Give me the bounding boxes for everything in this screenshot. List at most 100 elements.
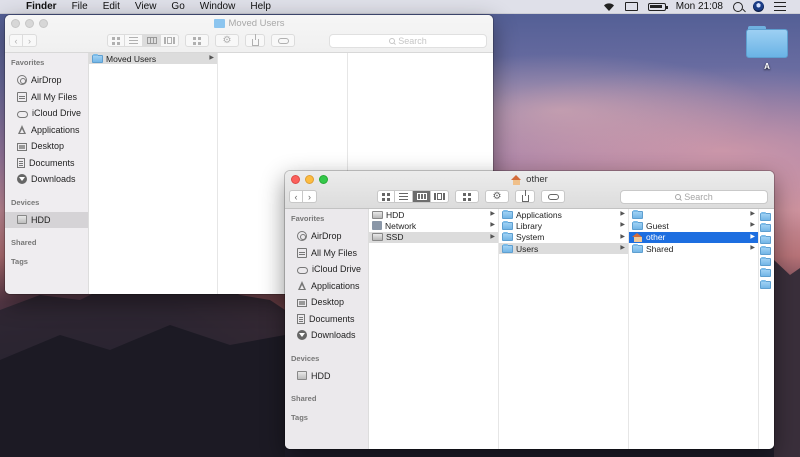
sidebar-item-desktop[interactable]: Desktop [5,138,88,155]
sidebar-item-applications[interactable]: Applications [5,122,88,139]
sidebar-item-documents[interactable]: Documents [285,311,368,328]
menu-finder[interactable]: Finder [26,1,57,12]
sidebar-item-airdrop[interactable]: AirDrop [5,72,88,89]
disclosure-arrow-icon: ▶ [750,222,755,229]
arrange-button[interactable] [455,190,479,203]
icon-view-button[interactable] [107,34,125,47]
sidebar-item-all-my-files[interactable]: All My Files [285,245,368,262]
sidebar-item-all-my-files[interactable]: All My Files [5,89,88,106]
sidebar-item-icloud-drive[interactable]: iCloud Drive [5,105,88,122]
documents-icon [297,313,305,324]
list-item[interactable]: Network ▶ [369,220,498,231]
list-item-selected[interactable]: other ▶ [629,231,758,243]
list-item[interactable]: ▶ [629,209,758,220]
forward-button[interactable]: › [23,34,37,47]
sidebar-item-airdrop[interactable]: AirDrop [285,228,368,245]
columns-icon [146,37,157,44]
search-placeholder: Search [684,191,713,202]
folder-icon [213,19,225,28]
tags-button[interactable] [541,190,565,203]
cloud-icon [17,110,28,118]
list-item[interactable]: Shared ▶ [629,243,758,254]
menu-help[interactable]: Help [250,1,271,12]
sidebar-item-label: Documents [309,313,355,324]
menu-file[interactable]: File [72,1,88,12]
folder-icon [502,209,513,219]
list-view-button[interactable] [125,34,143,47]
user-icon[interactable] [753,1,764,12]
window-titlebar: Moved Users ‹ › ⚙ Search [5,15,493,53]
cover-flow-button[interactable] [431,190,449,203]
documents-icon [17,157,25,168]
action-button[interactable]: ⚙ [485,190,509,203]
back-button[interactable]: ‹ [9,34,23,47]
list-item-label: Network [385,220,417,231]
list-item[interactable]: Applications ▶ [499,209,628,220]
hard-drive-icon [372,210,383,219]
folder-icon [760,245,771,255]
sidebar-item-downloads[interactable]: Downloads [5,171,88,188]
menu-edit[interactable]: Edit [103,1,120,12]
list-item[interactable]: Moved Users ▶ [89,53,217,65]
folder-icon [92,53,103,63]
hard-drive-icon [372,233,383,242]
sidebar-item-label: iCloud Drive [32,108,82,119]
applications-icon [17,124,27,135]
sidebar-item-icloud-drive[interactable]: iCloud Drive [285,261,368,278]
window-title-text: Moved Users [228,18,285,29]
sidebar-item-applications[interactable]: Applications [285,278,368,295]
airplay-icon[interactable] [624,2,638,11]
column-view-button[interactable] [143,34,161,47]
list-item[interactable]: Library ▶ [499,220,628,231]
list-item[interactable]: Users ▶ [499,242,628,255]
list-item[interactable]: SSD ▶ [369,231,498,243]
cover-flow-button[interactable] [161,34,179,47]
arrange-button[interactable] [185,34,209,47]
tags-button[interactable] [271,34,295,47]
wifi-icon[interactable] [603,2,615,12]
search-field[interactable]: Search [329,33,487,48]
menu-window[interactable]: Window [200,1,236,12]
disclosure-arrow-icon: ▶ [620,233,625,240]
sidebar-item-hdd[interactable]: HDD [285,368,368,385]
sidebar-item-documents[interactable]: Documents [5,155,88,172]
home-folder-icon [632,232,643,242]
folder-icon [746,24,788,58]
folder-icon [760,212,771,221]
list-item[interactable]: HDD ▶ [369,209,498,220]
cover-flow-icon [164,37,175,44]
back-button[interactable]: ‹ [289,190,303,203]
list-view-button[interactable] [395,190,413,203]
share-button[interactable] [245,33,265,47]
list-item-label: Applications [516,209,562,220]
hard-drive-icon [17,215,27,225]
disclosure-arrow-icon: ▶ [490,233,495,240]
folder-icon [632,209,643,219]
menubar-clock[interactable]: Mon 21:08 [676,1,723,12]
list-item[interactable]: System ▶ [499,232,628,243]
arrange-icon [463,192,471,201]
share-button[interactable] [515,189,535,203]
menu-view[interactable]: View [135,1,157,12]
sidebar-item-downloads[interactable]: Downloads [285,327,368,344]
sidebar-item-hdd[interactable]: HDD [5,211,88,228]
cover-flow-icon [434,193,445,200]
folder-icon [632,220,643,230]
window-title: other [285,174,774,185]
sidebar: Favorites AirDrop All My Files iCloud Dr… [5,53,89,294]
column-view-button[interactable] [413,190,431,203]
airdrop-icon [17,75,27,86]
sidebar: Favorites AirDrop All My Files iCloud Dr… [285,209,369,449]
sidebar-item-desktop[interactable]: Desktop [285,294,368,311]
search-field[interactable]: Search [620,189,768,204]
icon-view-button[interactable] [377,190,395,203]
disclosure-arrow-icon: ▶ [620,244,625,251]
forward-button[interactable]: › [303,190,317,203]
desktop-folder[interactable]: A [744,24,790,71]
notification-list-icon[interactable] [774,2,786,11]
list-item[interactable]: Guest ▶ [629,220,758,231]
action-button[interactable]: ⚙ [215,34,239,47]
spotlight-icon[interactable] [733,1,743,12]
menu-go[interactable]: Go [171,1,184,12]
battery-icon[interactable] [647,2,668,11]
